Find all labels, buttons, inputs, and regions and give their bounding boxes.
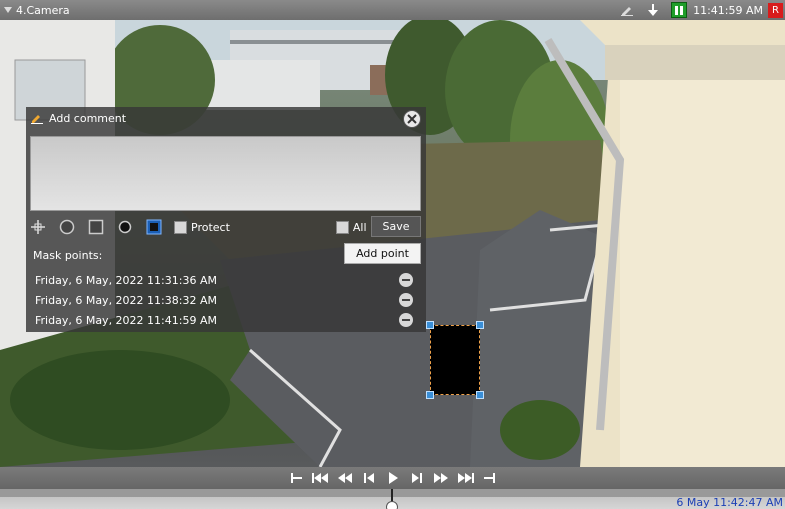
dot-tool-icon[interactable]	[117, 219, 133, 235]
title-bar-controls: 11:41:59 AM R	[619, 0, 785, 20]
crosshair-icon[interactable]	[30, 219, 46, 235]
minus-icon[interactable]	[399, 313, 413, 327]
comment-input[interactable]	[30, 136, 421, 211]
all-label: All	[352, 220, 367, 234]
edit-icon[interactable]	[619, 2, 635, 18]
add-comment-panel: Add comment Protect All Save Add point M…	[26, 107, 426, 332]
minus-icon[interactable]	[399, 273, 413, 287]
square-tool-icon[interactable]	[88, 219, 104, 235]
mask-tools-row: Protect All	[30, 218, 421, 236]
mask-point-row[interactable]: Friday, 6 May, 2022 11:41:59 AM	[26, 310, 426, 330]
dropdown-triangle-icon[interactable]	[4, 7, 12, 13]
pause-icon[interactable]	[671, 2, 688, 18]
all-checkbox[interactable]	[335, 220, 349, 234]
pencil-icon	[31, 115, 43, 124]
frame-back-icon[interactable]	[360, 470, 378, 486]
fast-rewind-icon[interactable]	[311, 470, 330, 486]
minus-icon[interactable]	[399, 293, 413, 307]
panel-header: Add comment	[26, 107, 426, 129]
mask-handle-top-left[interactable]	[426, 321, 434, 329]
mask-point-time: Friday, 6 May, 2022 11:41:59 AM	[35, 313, 217, 327]
fast-forward-end-icon[interactable]	[456, 470, 474, 486]
protect-checkbox[interactable]	[174, 220, 187, 234]
mask-points-list: Friday, 6 May, 2022 11:31:36 AM Friday, …	[26, 270, 426, 330]
mask-handle-top-right[interactable]	[476, 321, 484, 329]
filled-square-tool-icon[interactable]	[146, 219, 162, 235]
mask-point-time: Friday, 6 May, 2022 11:31:36 AM	[35, 273, 217, 287]
save-button[interactable]: Save	[371, 216, 421, 237]
mask-point-row[interactable]: Friday, 6 May, 2022 11:31:36 AM	[26, 270, 426, 290]
live-clock: 11:41:59 AM	[693, 3, 763, 17]
add-point-button[interactable]: Add point	[344, 243, 421, 264]
mask-point-time: Friday, 6 May, 2022 11:38:32 AM	[35, 293, 217, 307]
recording-badge[interactable]: R	[768, 2, 783, 18]
download-arrow-icon[interactable]	[645, 2, 661, 18]
mask-point-row[interactable]: Friday, 6 May, 2022 11:38:32 AM	[26, 290, 426, 310]
timeline-bar[interactable]: 6 May 11:42:47 AM	[0, 489, 785, 509]
protect-label: Protect	[191, 220, 230, 234]
go-end-icon[interactable]	[480, 470, 498, 486]
camera-title-group[interactable]: 4.Camera	[0, 4, 70, 17]
fast-forward-icon[interactable]	[432, 470, 450, 486]
camera-title-bar: 4.Camera 11:41:59 AM R	[0, 0, 785, 20]
timeline-current-time: 6 May 11:42:47 AM	[676, 496, 783, 509]
go-start-icon[interactable]	[288, 470, 306, 486]
rewind-icon[interactable]	[336, 470, 354, 486]
mask-handle-bottom-left[interactable]	[426, 391, 434, 399]
playback-controls	[0, 467, 785, 489]
mask-handle-bottom-right[interactable]	[476, 391, 484, 399]
play-icon[interactable]	[384, 470, 402, 486]
frame-forward-icon[interactable]	[408, 470, 426, 486]
close-icon[interactable]	[403, 110, 421, 128]
circle-tool-icon[interactable]	[59, 219, 75, 235]
panel-title: Add comment	[49, 111, 127, 125]
privacy-mask-rect[interactable]	[426, 321, 484, 399]
mask-points-label: Mask points:	[33, 249, 103, 262]
camera-title: 4.Camera	[16, 3, 70, 17]
timeline-handle[interactable]	[386, 501, 398, 509]
